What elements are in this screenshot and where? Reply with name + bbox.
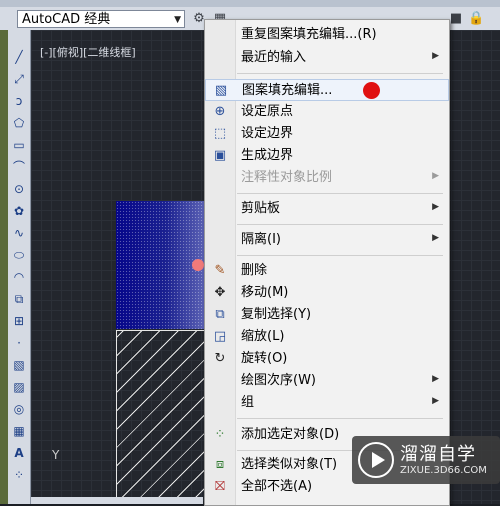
scale-icon: ◲ xyxy=(213,329,227,344)
menu-item-erase[interactable]: ✎ 删除 xyxy=(205,260,449,282)
play-logo-icon xyxy=(358,442,394,478)
rotate-icon: ↻ xyxy=(214,351,226,366)
submenu-arrow-icon: ▶ xyxy=(432,233,439,243)
make-block-icon[interactable]: ⊞ xyxy=(10,312,28,330)
ucs-y-axis-label: Y xyxy=(52,448,60,462)
workspace-select-value: AutoCAD 经典 xyxy=(22,12,111,27)
hatch-edit-icon: ▧ xyxy=(214,83,228,98)
menu-separator xyxy=(237,418,443,419)
menu-separator xyxy=(237,73,443,74)
menu-item-set-origin[interactable]: ⊕ 设定原点 xyxy=(205,101,449,123)
arc-icon[interactable]: ⌒ xyxy=(10,158,28,176)
hatch-icon[interactable]: ▧ xyxy=(10,356,28,374)
watermark: 溜溜自学 ZIXUE.3D66.COM xyxy=(352,436,500,484)
polygon-icon[interactable]: ⬠ xyxy=(10,114,28,132)
multiline-text-icon[interactable]: A xyxy=(10,444,28,462)
ellipse-arc-icon[interactable]: ◠ xyxy=(10,268,28,286)
menu-separator xyxy=(237,255,443,256)
rectangle-icon[interactable]: ▭ xyxy=(10,136,28,154)
generate-boundary-icon: ▣ xyxy=(213,148,227,163)
side-strip xyxy=(0,30,8,504)
revcloud-icon[interactable]: ✿ xyxy=(10,202,28,220)
menu-item-isolate[interactable]: 隔离(I) ▶ xyxy=(205,229,449,251)
set-boundary-icon: ⬚ xyxy=(213,126,227,141)
menu-item-repeat-hatch-edit[interactable]: 重复图案填充编辑...(R) xyxy=(205,24,449,46)
menu-item-scale[interactable]: ◲ 缩放(L) xyxy=(205,326,449,348)
erase-icon: ✎ xyxy=(214,263,226,278)
watermark-title: 溜溜自学 xyxy=(400,444,476,465)
workspace-select[interactable]: AutoCAD 经典 ▼ xyxy=(17,10,185,28)
menu-item-copy-selection[interactable]: ⧉ 复制选择(Y) xyxy=(205,304,449,326)
add-selected-icon: ⁘ xyxy=(214,427,226,442)
viewport-label[interactable]: [-][俯视][二维线框] xyxy=(40,44,136,60)
chevron-down-icon[interactable]: ▼ xyxy=(174,11,181,29)
spline-icon[interactable]: ∿ xyxy=(10,224,28,242)
point-icon[interactable]: · xyxy=(10,334,28,352)
menu-separator xyxy=(237,224,443,225)
menu-item-set-boundary[interactable]: ⬚ 设定边界 xyxy=(205,123,449,145)
line-icon[interactable]: ╱ xyxy=(10,48,28,66)
draw-toolbar: ╱ ⤢ ↄ ⬠ ▭ ⌒ ⊙ ✿ ∿ ⬭ ◠ ⧉ ⊞ · ▧ ▨ ◎ ▦ A ⁘ xyxy=(8,30,31,504)
annotation-red-dot xyxy=(363,82,380,99)
bottom-tabs xyxy=(31,497,203,504)
menu-item-move[interactable]: ✥ 移动(M) xyxy=(205,282,449,304)
deselect-all-icon: ⛝ xyxy=(215,479,225,494)
copy-icon: ⧉ xyxy=(215,307,225,322)
submenu-arrow-icon: ▶ xyxy=(432,374,439,384)
menu-item-rotate[interactable]: ↻ 旋转(O) xyxy=(205,348,449,370)
ellipse-icon[interactable]: ⬭ xyxy=(10,246,28,264)
menu-item-clipboard[interactable]: 剪贴板 ▶ xyxy=(205,198,449,220)
context-menu: 重复图案填充编辑...(R) 最近的输入 ▶ ▧ 图案填充编辑... ⊕ 设定原… xyxy=(204,19,450,506)
select-similar-icon: ⧈ xyxy=(215,457,225,472)
gradient-icon[interactable]: ▨ xyxy=(10,378,28,396)
submenu-arrow-icon: ▶ xyxy=(432,171,439,181)
add-selected-icon[interactable]: ⁘ xyxy=(10,466,28,484)
move-icon: ✥ xyxy=(214,285,226,300)
set-origin-icon: ⊕ xyxy=(214,104,226,119)
table-icon[interactable]: ▦ xyxy=(10,422,28,440)
lock-icon[interactable]: 🔒 xyxy=(468,11,484,27)
construction-line-icon[interactable]: ⤢ xyxy=(10,70,28,88)
menu-item-draw-order[interactable]: 绘图次序(W) ▶ xyxy=(205,370,449,392)
ribbon-strip xyxy=(0,0,500,7)
menu-item-hatch-edit[interactable]: ▧ 图案填充编辑... xyxy=(205,79,449,101)
submenu-arrow-icon: ▶ xyxy=(432,202,439,212)
submenu-arrow-icon: ▶ xyxy=(432,396,439,406)
menu-item-group[interactable]: 组 ▶ xyxy=(205,392,449,414)
region-icon[interactable]: ◎ xyxy=(10,400,28,418)
circle-icon[interactable]: ⊙ xyxy=(10,180,28,198)
menu-item-recent-input[interactable]: 最近的输入 ▶ xyxy=(205,47,449,69)
watermark-subtitle: ZIXUE.3D66.COM xyxy=(400,465,487,476)
menu-item-generate-boundary[interactable]: ▣ 生成边界 xyxy=(205,145,449,167)
insert-block-icon[interactable]: ⧉ xyxy=(10,290,28,308)
menu-item-annotative-scale: 注释性对象比例 ▶ xyxy=(241,170,439,185)
menu-separator xyxy=(237,193,443,194)
cursor-marker xyxy=(192,259,204,271)
square-icon[interactable]: ■ xyxy=(448,11,464,27)
submenu-arrow-icon: ▶ xyxy=(432,51,439,61)
polyline-icon[interactable]: ↄ xyxy=(10,92,28,110)
